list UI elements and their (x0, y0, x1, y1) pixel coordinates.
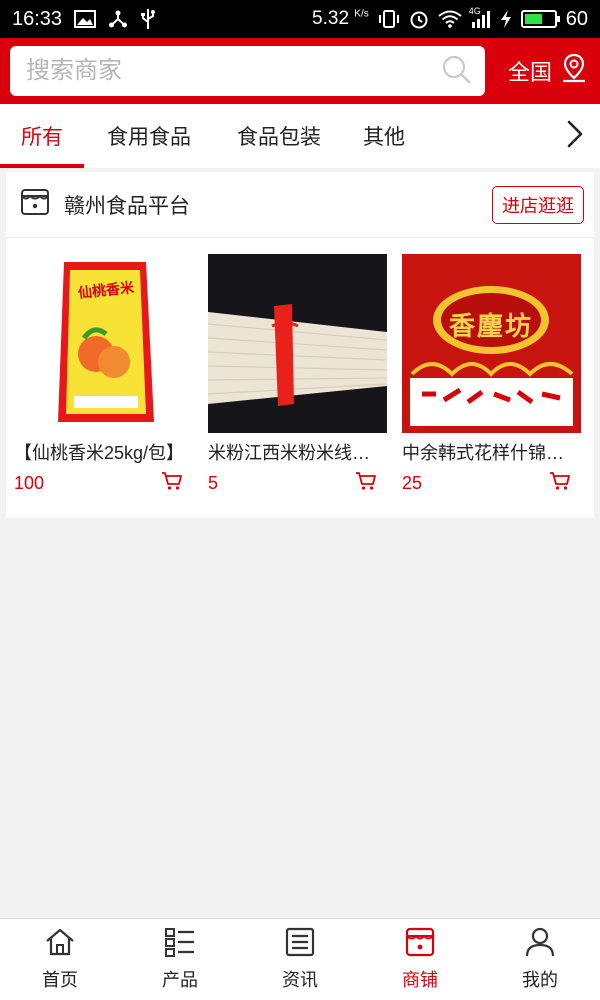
tabs-scroll-right-button[interactable] (550, 104, 600, 168)
status-time: 16:33 (12, 7, 63, 30)
cart-icon[interactable] (161, 471, 183, 496)
shop-name: 赣州食品平台 (64, 194, 190, 218)
network-speed: 5.32 K/s (312, 8, 369, 29)
product-title[interactable]: 【仙桃香米25kg/包】 (14, 439, 193, 465)
image-notification-icon (74, 10, 97, 28)
wifi-icon (438, 10, 462, 28)
nav-mine-label: 我的 (522, 970, 558, 990)
search-icon[interactable] (441, 54, 471, 89)
tab-other[interactable]: 其他 (344, 104, 424, 168)
battery-percent: 60 (565, 7, 588, 30)
product-price: 25 (402, 473, 423, 493)
alarm-icon (409, 9, 429, 29)
charging-icon (500, 9, 512, 29)
location-pin-icon (560, 53, 588, 89)
product-list: 仙桃香米 【仙桃香米25kg/包】 100 米粉江西米粉米线面条 5 香麈坊 中… (6, 238, 594, 496)
user-icon (524, 927, 556, 962)
tab-edible-food[interactable]: 食用食品 (84, 104, 214, 168)
home-icon (44, 927, 76, 962)
tab-food-packaging[interactable]: 食品包装 (214, 104, 344, 168)
region-label: 全国 (507, 60, 552, 85)
tab-all[interactable]: 所有 (0, 104, 84, 168)
battery-icon (520, 10, 560, 28)
product-card[interactable]: 香麈坊 中余韩式花样什锦拉面 25 (402, 254, 581, 496)
share-notification-icon (108, 9, 128, 29)
search-input[interactable] (26, 57, 441, 85)
vibrate-icon (378, 9, 400, 29)
nav-home-label: 首页 (42, 970, 78, 990)
nav-home[interactable]: 首页 (0, 919, 120, 1000)
product-title[interactable]: 米粉江西米粉米线面条 (208, 439, 387, 465)
product-price: 100 (14, 473, 45, 493)
chevron-right-icon (566, 119, 584, 154)
region-selector[interactable]: 全国 (508, 53, 588, 89)
nav-shops[interactable]: 商铺 (360, 919, 480, 1000)
nav-shops-label: 商铺 (402, 970, 438, 990)
shop-card: 赣州食品平台 进店逛逛 仙桃香米 【仙桃香米25kg/包】 100 米粉江西米粉… (6, 172, 594, 518)
nav-mine[interactable]: 我的 (480, 919, 600, 1000)
shop-icon (20, 187, 50, 222)
product-title[interactable]: 中余韩式花样什锦拉面 (402, 439, 581, 465)
news-icon (284, 927, 316, 962)
product-image-rice-bag[interactable]: 仙桃香米 (14, 254, 193, 433)
shop-header: 赣州食品平台 进店逛逛 (6, 172, 594, 238)
bottom-nav: 首页 产品 资讯 商铺 我的 (0, 918, 600, 1000)
signal-icon: 4G (469, 6, 491, 28)
status-bar: 16:33 5.32 K/s 4G 60 (0, 0, 600, 38)
product-card[interactable]: 米粉江西米粉米线面条 5 (208, 254, 387, 496)
nav-products-label: 产品 (162, 970, 198, 990)
cart-icon[interactable] (549, 471, 571, 496)
product-image-rice-noodles[interactable] (208, 254, 387, 433)
list-icon (164, 927, 196, 962)
nav-news[interactable]: 资讯 (240, 919, 360, 1000)
shop-icon (404, 927, 436, 962)
product-image-brand-logo[interactable]: 香麈坊 (402, 254, 581, 433)
category-tabs: 所有 食用食品 食品包装 其他 (0, 104, 600, 168)
header: 全国 (0, 38, 600, 104)
product-card[interactable]: 仙桃香米 【仙桃香米25kg/包】 100 (14, 254, 193, 496)
nav-news-label: 资讯 (282, 970, 318, 990)
search-box[interactable] (10, 46, 485, 96)
product-image-label: 香麈坊 (449, 311, 534, 341)
usb-icon (140, 8, 156, 30)
visit-shop-button[interactable]: 进店逛逛 (492, 185, 584, 224)
nav-products[interactable]: 产品 (120, 919, 240, 1000)
product-price: 5 (208, 473, 219, 493)
cart-icon[interactable] (355, 471, 377, 496)
